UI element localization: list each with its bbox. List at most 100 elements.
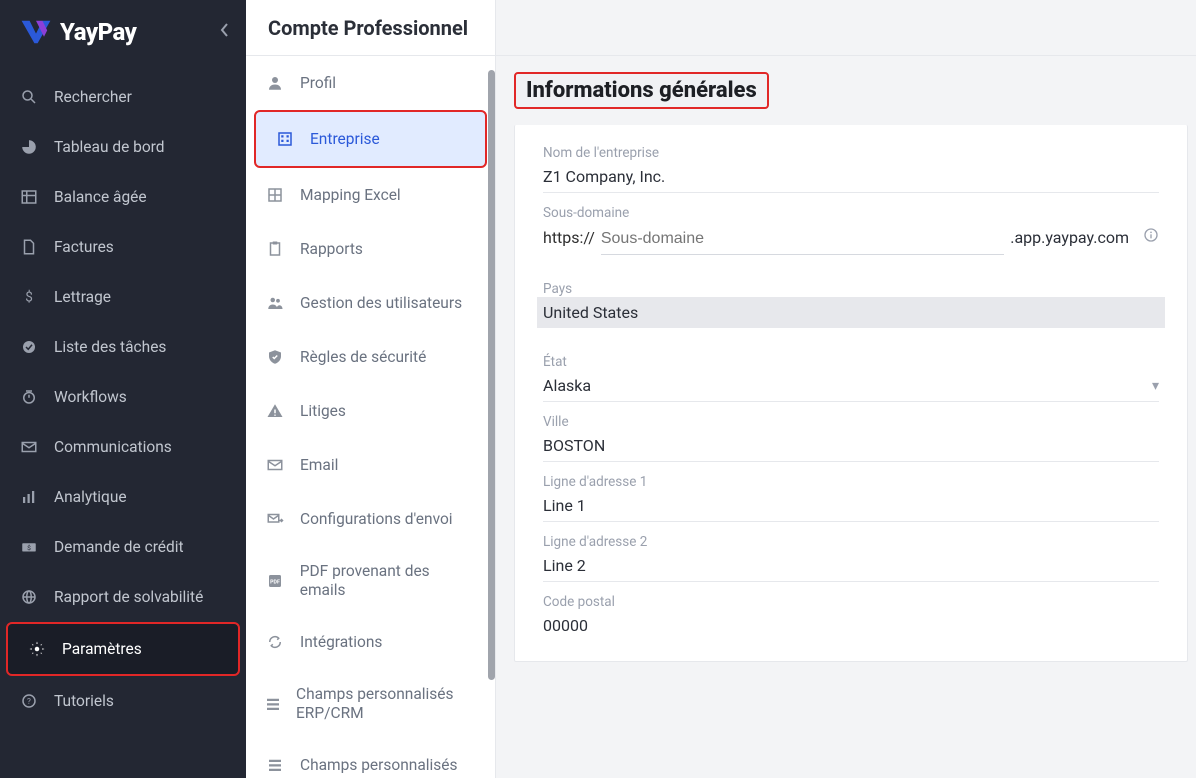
nav-lettering[interactable]: $ Lettrage	[0, 272, 246, 322]
field-value: Alaska	[543, 376, 591, 395]
sub-label: Profil	[300, 74, 336, 93]
nav-settings[interactable]: Paramètres	[6, 622, 240, 676]
building-icon	[274, 128, 296, 150]
sub-reports[interactable]: Rapports	[246, 222, 495, 276]
list-icon	[264, 754, 286, 776]
sub-label: Configurations d'envoi	[300, 510, 453, 529]
sub-integrations[interactable]: Intégrations	[246, 615, 495, 669]
nav-label: Rapport de solvabilité	[54, 588, 203, 606]
clock-icon	[18, 386, 40, 408]
field-label: Ligne d'adresse 2	[543, 534, 1159, 550]
subpanel-scrollbar[interactable]	[488, 70, 495, 680]
send-icon	[264, 508, 286, 530]
field-value: Line 2	[543, 556, 1159, 575]
field-postal[interactable]: Code postal 00000	[543, 582, 1159, 641]
sub-label: Champs personnalisés	[300, 756, 458, 775]
field-label: Ville	[543, 414, 1159, 430]
bar-chart-icon	[18, 486, 40, 508]
subdomain-input[interactable]	[601, 230, 1004, 255]
nav-label: Rechercher	[54, 88, 132, 106]
sub-label: Entreprise	[310, 130, 380, 149]
nav-dashboard[interactable]: Tableau de bord	[0, 122, 246, 172]
nav-tasks[interactable]: Liste des tâches	[0, 322, 246, 372]
nav-label: Analytique	[54, 488, 127, 506]
globe-icon	[18, 586, 40, 608]
nav-tutorials[interactable]: ? Tutoriels	[0, 676, 246, 726]
field-value: 00000	[543, 616, 1159, 635]
field-label: État	[543, 354, 1159, 370]
field-label: Pays	[543, 281, 1159, 297]
field-value: BOSTON	[543, 436, 1159, 455]
field-value: Line 1	[543, 496, 1159, 515]
sub-users[interactable]: Gestion des utilisateurs	[246, 276, 495, 330]
sub-send-config[interactable]: Configurations d'envoi	[246, 492, 495, 546]
mail-icon	[264, 454, 286, 476]
field-label: Ligne d'adresse 1	[543, 474, 1159, 490]
sub-label: Litiges	[300, 402, 346, 421]
sub-label: Rapports	[300, 240, 363, 259]
settings-subpanel: Compte Professionnel Profil Entreprise M…	[246, 0, 496, 778]
field-value: United States	[537, 297, 1165, 328]
field-subdomain: Sous-domaine https:// .app.yaypay.com	[543, 193, 1159, 261]
svg-text:?: ?	[27, 697, 31, 707]
warning-icon	[264, 400, 286, 422]
sub-label: Intégrations	[300, 633, 382, 652]
nav-aging[interactable]: Balance âgée	[0, 172, 246, 222]
svg-text:PDF: PDF	[270, 579, 280, 585]
nav-analytics[interactable]: Analytique	[0, 472, 246, 522]
chevron-down-icon: ▾	[1152, 378, 1159, 394]
info-icon[interactable]	[1143, 227, 1159, 247]
sub-company[interactable]: Entreprise	[254, 110, 487, 168]
document-icon	[18, 236, 40, 258]
nav-workflows[interactable]: Workflows	[0, 372, 246, 422]
svg-text:$: $	[27, 544, 31, 552]
field-label: Sous-domaine	[543, 205, 1159, 221]
logo-text: YayPay	[60, 18, 136, 46]
sync-icon	[264, 631, 286, 653]
field-address-1[interactable]: Ligne d'adresse 1 Line 1	[543, 462, 1159, 522]
sub-disputes[interactable]: Litiges	[246, 384, 495, 438]
nav-solvency[interactable]: Rapport de solvabilité	[0, 572, 246, 622]
nav-label: Factures	[54, 238, 114, 256]
sub-custom[interactable]: Champs personnalisés	[246, 738, 495, 778]
logo-icon	[20, 19, 52, 45]
field-country[interactable]: Pays United States	[543, 269, 1159, 334]
gear-icon	[26, 638, 48, 660]
sub-label: Champs personnalisés ERP/CRM	[296, 685, 477, 722]
grid-icon	[264, 184, 286, 206]
nav-search[interactable]: Rechercher	[0, 72, 246, 122]
subdomain-prefix: https://	[543, 228, 595, 247]
pdf-icon: PDF	[264, 570, 286, 592]
main-header	[496, 0, 1196, 56]
nav-label: Liste des tâches	[54, 338, 166, 356]
field-state[interactable]: État Alaska ▾	[543, 342, 1159, 402]
field-address-2[interactable]: Ligne d'adresse 2 Line 2	[543, 522, 1159, 582]
sub-pdf-email[interactable]: PDF PDF provenant des emails	[246, 546, 495, 615]
nav-credit-request[interactable]: $ Demande de crédit	[0, 522, 246, 572]
clipboard-icon	[264, 238, 286, 260]
section-title: Informations générales	[514, 72, 769, 109]
field-city[interactable]: Ville BOSTON	[543, 402, 1159, 462]
nav-communications[interactable]: Communications	[0, 422, 246, 472]
nav-label: Communications	[54, 438, 172, 456]
sub-profile[interactable]: Profil	[246, 56, 495, 110]
sub-label: Mapping Excel	[300, 186, 401, 205]
nav-label: Workflows	[54, 388, 127, 406]
sub-mapping[interactable]: Mapping Excel	[246, 168, 495, 222]
sub-email[interactable]: Email	[246, 438, 495, 492]
pie-chart-icon	[18, 136, 40, 158]
nav-label: Balance âgée	[54, 188, 147, 206]
sidebar-collapse-button[interactable]	[220, 22, 230, 42]
nav-invoices[interactable]: Factures	[0, 222, 246, 272]
nav-label: Lettrage	[54, 288, 111, 306]
svg-text:$: $	[25, 290, 33, 306]
field-company-name[interactable]: Nom de l'entreprise Z1 Company, Inc.	[543, 133, 1159, 193]
sub-custom-erp[interactable]: Champs personnalisés ERP/CRM	[246, 669, 495, 738]
dollar-icon: $	[18, 286, 40, 308]
list-icon	[264, 693, 282, 715]
help-icon: ?	[18, 690, 40, 712]
sub-security[interactable]: Règles de sécurité	[246, 330, 495, 384]
people-icon	[264, 292, 286, 314]
nav-label: Tableau de bord	[54, 138, 165, 156]
nav-label: Demande de crédit	[54, 538, 184, 556]
